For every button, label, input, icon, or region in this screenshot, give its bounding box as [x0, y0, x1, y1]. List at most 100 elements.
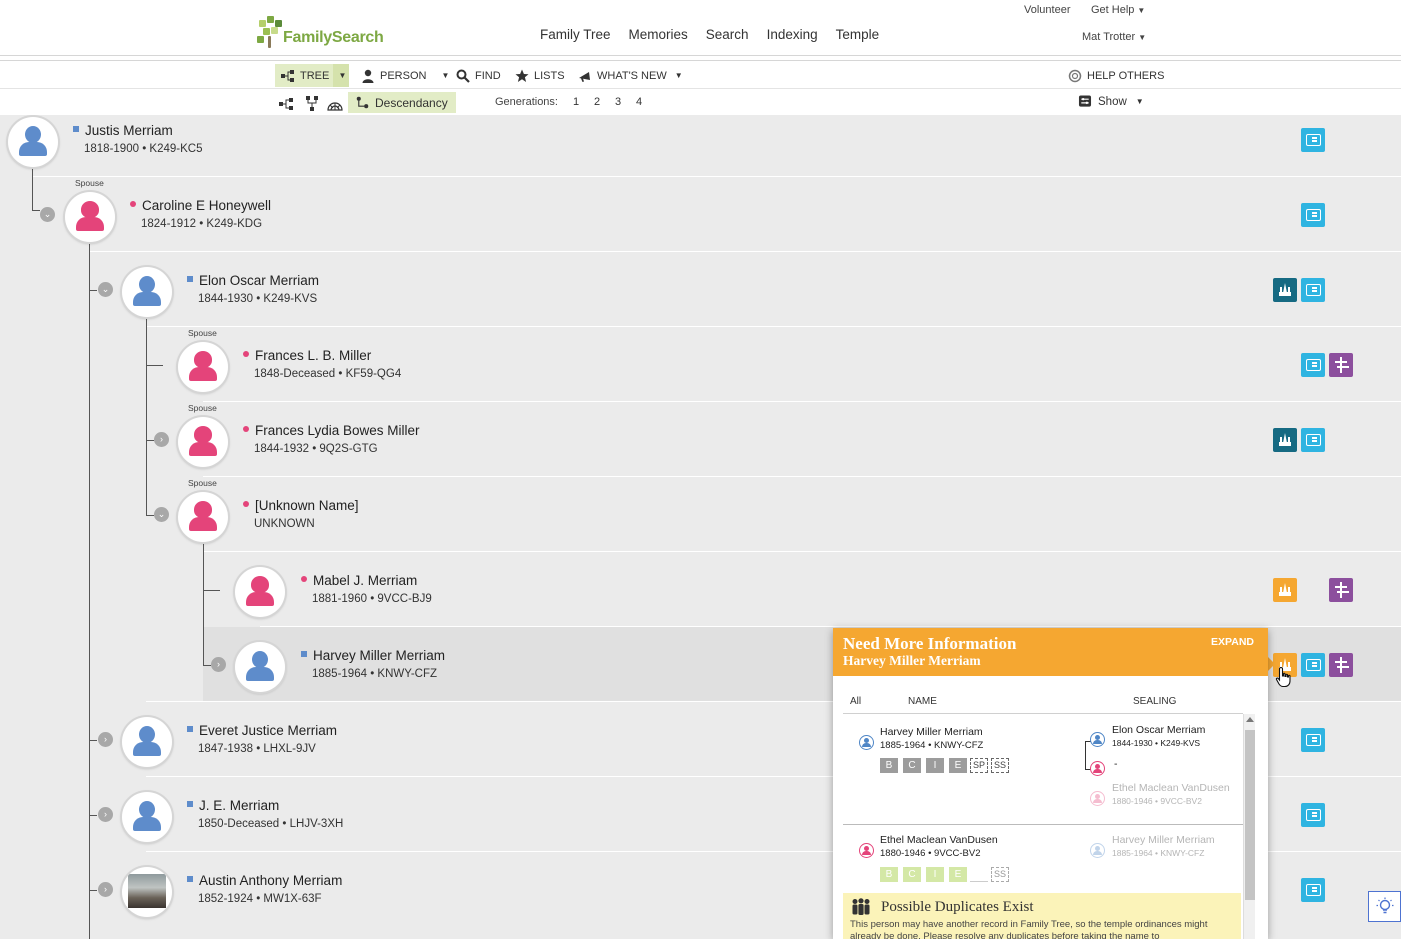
person-name-je-merriam[interactable]: J. E. Merriam	[187, 798, 279, 813]
record-name[interactable]: Harvey Miller Merriam	[880, 726, 983, 738]
lifebuoy-icon	[1068, 69, 1082, 82]
show-options-menu[interactable]: Show ▼	[1078, 95, 1144, 108]
nav-temple[interactable]: Temple	[836, 27, 880, 42]
col-name: NAME	[908, 696, 937, 707]
avatar-austin-anthony-merriam-photo[interactable]	[122, 867, 172, 917]
person-name-frances-lydia-bowes-miller[interactable]: Frances Lydia Bowes Miller	[243, 423, 420, 438]
user-menu[interactable]: Mat Trotter ▼	[1082, 31, 1146, 43]
ordinance-confirmation[interactable]: C	[903, 867, 921, 882]
expand-button[interactable]: EXPAND	[1211, 636, 1254, 648]
avatar-elon-oscar-merriam[interactable]	[122, 267, 172, 317]
lists-button[interactable]: LISTS	[515, 64, 565, 87]
nav-memories[interactable]: Memories	[629, 27, 688, 42]
portrait-view-icon[interactable]	[304, 96, 320, 112]
ordinance-confirmation[interactable]: C	[903, 758, 921, 773]
record-name[interactable]: Ethel Maclean VanDusen	[880, 834, 998, 846]
collapse-toggle[interactable]: ⌄	[154, 507, 169, 522]
avatar-everet-justice-merriam[interactable]	[122, 717, 172, 767]
avatar-je-merriam[interactable]	[122, 792, 172, 842]
popup-scrollbar[interactable]	[1243, 714, 1255, 939]
nav-search[interactable]: Search	[706, 27, 749, 42]
descendancy-view-button[interactable]: Descendancy	[348, 92, 456, 113]
expand-toggle[interactable]: ›	[154, 432, 169, 447]
ordinance-baptism[interactable]: B	[880, 867, 898, 882]
tips-button[interactable]	[1368, 891, 1401, 922]
temple-icon[interactable]	[1273, 278, 1297, 302]
expand-toggle[interactable]: ›	[211, 657, 226, 672]
person-card-icon[interactable]	[1301, 278, 1325, 302]
person-card-icon[interactable]	[1301, 878, 1325, 902]
avatar-caroline-honeywell[interactable]	[65, 192, 115, 242]
person-name-harvey-miller-merriam[interactable]: Harvey Miller Merriam	[301, 648, 445, 663]
nav-indexing[interactable]: Indexing	[767, 27, 818, 42]
person-card-icon[interactable]	[1301, 728, 1325, 752]
person-name-elon-oscar-merriam[interactable]: Elon Oscar Merriam	[187, 273, 319, 288]
person-card-icon[interactable]	[1301, 653, 1325, 677]
person-name-austin-anthony-merriam[interactable]: Austin Anthony Merriam	[187, 873, 342, 888]
ordinance-sealing-parents[interactable]	[970, 867, 988, 882]
expand-toggle[interactable]: ›	[98, 882, 113, 897]
ordinance-sealing-spouse[interactable]: SS	[991, 867, 1009, 882]
ordinance-endowment[interactable]: E	[949, 758, 967, 773]
find-button[interactable]: FIND	[456, 64, 501, 87]
avatar-frances-lb-miller[interactable]	[178, 342, 228, 392]
generation-3[interactable]: 3	[615, 96, 621, 108]
tree-button[interactable]: TREE	[275, 64, 338, 87]
sealing-spouse-name[interactable]: Harvey Miller Merriam	[1112, 834, 1215, 846]
family-tree-icon[interactable]	[1329, 578, 1353, 602]
ordinance-initiatory[interactable]: I	[926, 758, 944, 773]
sealing-alt-name[interactable]: Ethel Maclean VanDusen	[1112, 782, 1230, 794]
person-card-icon[interactable]	[1301, 428, 1325, 452]
collapse-toggle[interactable]: ⌄	[40, 207, 55, 222]
fan-chart-icon[interactable]	[327, 96, 343, 112]
expand-toggle[interactable]: ›	[98, 807, 113, 822]
temple-icon[interactable]	[1273, 428, 1297, 452]
avatar-frances-lydia-bowes-miller[interactable]	[178, 417, 228, 467]
scroll-thumb[interactable]	[1245, 730, 1255, 900]
col-all[interactable]: All	[850, 696, 861, 707]
whats-new-menu[interactable]: WHAT'S NEW ▼	[578, 64, 683, 87]
help-others-button[interactable]: HELP OTHERS	[1068, 64, 1164, 87]
ordinance-baptism[interactable]: B	[880, 758, 898, 773]
scroll-up-arrow-icon[interactable]	[1246, 717, 1254, 722]
generation-2[interactable]: 2	[594, 96, 600, 108]
avatar-unknown-name[interactable]	[178, 492, 228, 542]
avatar-harvey-miller-merriam[interactable]	[235, 642, 285, 692]
generation-4[interactable]: 4	[636, 96, 642, 108]
person-card-icon[interactable]	[1301, 128, 1325, 152]
female-avatar-icon	[859, 843, 874, 858]
person-name-unknown[interactable]: [Unknown Name]	[243, 498, 359, 513]
tree-dropdown[interactable]: ▼	[333, 64, 349, 87]
person-card-icon[interactable]	[1301, 803, 1325, 827]
person-name-caroline-honeywell[interactable]: Caroline E Honeywell	[130, 198, 271, 213]
avatar-mabel-merriam[interactable]	[235, 567, 285, 617]
person-name-justis-merriam[interactable]: Justis Merriam	[73, 123, 173, 138]
female-marker-icon	[243, 426, 249, 433]
ordinance-sealing-parents[interactable]: SP	[970, 758, 988, 773]
person-name-mabel-merriam[interactable]: Mabel J. Merriam	[301, 573, 417, 588]
ordinance-sealing-spouse[interactable]: SS	[991, 758, 1009, 773]
person-card-icon[interactable]	[1301, 203, 1325, 227]
landscape-view-icon[interactable]	[279, 96, 295, 112]
family-tree-icon[interactable]	[1329, 353, 1353, 377]
generation-1[interactable]: 1	[573, 96, 579, 108]
family-tree-icon[interactable]	[1329, 653, 1353, 677]
volunteer-link[interactable]: Volunteer	[1024, 4, 1070, 16]
person-menu[interactable]: PERSON ▼	[361, 64, 449, 87]
person-meta: 1844-1930 • K249-KVS	[198, 293, 318, 305]
person-name-everet-justice-merriam[interactable]: Everet Justice Merriam	[187, 723, 337, 738]
nav-family-tree[interactable]: Family Tree	[540, 27, 611, 42]
ordinance-endowment[interactable]: E	[949, 867, 967, 882]
expand-toggle[interactable]: ›	[98, 732, 113, 747]
sealing-father-name[interactable]: Elon Oscar Merriam	[1112, 724, 1205, 736]
person-name-frances-lb-miller[interactable]: Frances L. B. Miller	[243, 348, 371, 363]
familysearch-logo[interactable]: FamilySearch	[257, 16, 384, 48]
collapse-toggle[interactable]: ⌄	[98, 282, 113, 297]
person-card-icon[interactable]	[1301, 353, 1325, 377]
ordinance-initiatory[interactable]: I	[926, 867, 944, 882]
person-name-text: Frances L. B. Miller	[255, 348, 372, 363]
get-help-menu[interactable]: Get Help ▼	[1091, 4, 1145, 16]
temple-ready-icon[interactable]	[1273, 578, 1297, 602]
female-marker-icon	[243, 351, 249, 358]
avatar-justis-merriam[interactable]	[8, 117, 58, 167]
